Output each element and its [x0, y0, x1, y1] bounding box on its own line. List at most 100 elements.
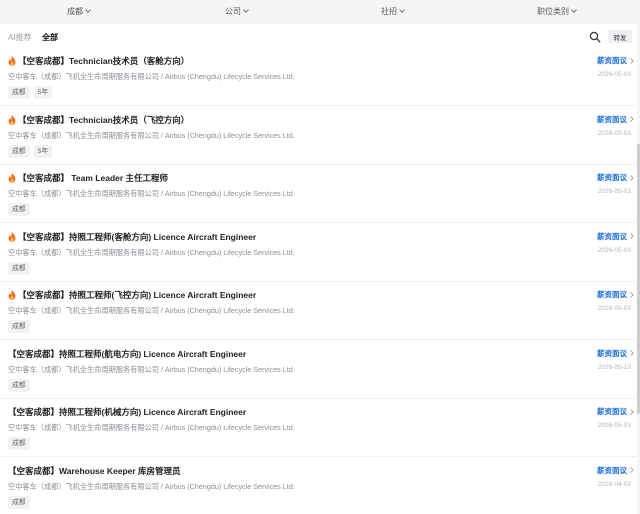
salary-label: 薪资面议: [597, 290, 627, 299]
salary-label: 薪资面议: [597, 407, 627, 416]
chevron-right-icon: [628, 291, 634, 298]
job-title[interactable]: 【空客成都】 Team Leader 主任工程师: [18, 172, 168, 184]
post-date: 2026-04-02: [597, 480, 631, 488]
job-company: 空中客车（成都）飞机全生命周期服务有限公司 / Airbus (Chengdu)…: [8, 72, 295, 81]
job-title-row: 【空客成都】 Team Leader 主任工程师: [8, 172, 168, 184]
salary-label: 薪资面议: [597, 348, 627, 358]
job-tag: 成都: [8, 203, 30, 216]
job-company: 空中客车（成都）飞机全生命周期服务有限公司 / Airbus (Chengdu)…: [8, 423, 295, 432]
job-tags: 成都: [8, 320, 30, 333]
fire-icon: [8, 114, 16, 125]
post-date: 2026-05-13: [597, 363, 631, 371]
salary[interactable]: 薪资面议: [597, 172, 634, 183]
job-tags: 成都: [8, 203, 30, 216]
job-title[interactable]: 【空客成都】Warehouse Keeper 库房管理员: [8, 465, 181, 477]
salary[interactable]: 薪资面议: [597, 114, 634, 125]
job-card[interactable]: 【空客成都】持照工程师(客舱方向) Licence Aircraft Engin…: [0, 224, 637, 282]
job-card[interactable]: 【空客成都】Technician技术员（客舱方向） 空中客车（成都）飞机全生命周…: [0, 48, 637, 106]
job-title-row: 【空客成都】持照工程师(机械方向) Licence Aircraft Engin…: [8, 406, 246, 418]
job-company: 空中客车（成都）飞机全生命周期服务有限公司 / Airbus (Chengdu)…: [8, 247, 295, 257]
salary-label: 薪资面议: [597, 231, 627, 241]
job-card[interactable]: 【空客成都】持照工程师(机械方向) Licence Aircraft Engin…: [0, 399, 637, 457]
fire-icon: [8, 56, 16, 66]
salary-label: 薪资面议: [597, 465, 627, 475]
job-tag: 成都: [8, 378, 30, 392]
job-tags: 成都: [8, 378, 30, 392]
salary[interactable]: 薪资面议: [597, 289, 634, 300]
chevron-right-icon: [628, 57, 634, 64]
job-category-filter[interactable]: 职位类别: [537, 6, 577, 17]
job-title[interactable]: 【空客成都】Technician技术员（客舱方向）: [18, 55, 189, 67]
job-card[interactable]: 【空客成都】Technician技术员（飞控方向） 空中客车（成都）飞机全生命周…: [0, 107, 637, 165]
job-tags: 成都 5年: [8, 86, 53, 99]
share-button[interactable]: 转发: [608, 30, 632, 43]
job-tag: 成都: [8, 261, 30, 275]
fire-icon: [8, 173, 16, 183]
company-filter-label: 公司: [225, 7, 241, 16]
post-date: 2026-05-03: [597, 422, 631, 429]
chevron-right-icon: [628, 174, 634, 181]
job-title[interactable]: 【空客成都】持照工程师(客舱方向) Licence Aircraft Engin…: [18, 231, 256, 243]
job-tag: 成都: [8, 495, 30, 509]
job-title-row: 【空客成都】Technician技术员（客舱方向）: [8, 55, 189, 67]
tab-bar: AI推荐 全部 转发: [0, 24, 637, 48]
post-date: 2026-05-03: [597, 305, 631, 312]
job-company: 空中客车（成都）飞机全生命周期服务有限公司 / Airbus (Chengdu)…: [8, 189, 295, 198]
job-company: 空中客车（成都）飞机全生命周期服务有限公司 / Airbus (Chengdu)…: [8, 481, 295, 491]
city-filter[interactable]: 成都: [67, 6, 91, 17]
job-list-panel: AI推荐 全部 转发 【空客成都】Technician技术员（客舱方向） 空中客…: [0, 24, 637, 514]
job-company: 空中客车（成都）飞机全生命周期服务有限公司 / Airbus (Chengdu)…: [8, 364, 295, 374]
chevron-down-icon: [85, 7, 91, 13]
chevron-right-icon: [628, 408, 634, 415]
chevron-right-icon: [628, 233, 634, 239]
company-filter[interactable]: 公司: [225, 6, 249, 17]
post-date: 2026-05-03: [597, 246, 631, 254]
job-tags: 成都 5年: [8, 144, 53, 158]
chevron-right-icon: [628, 467, 634, 473]
job-tags: 成都: [8, 261, 30, 275]
job-title-row: 【空客成都】持照工程师(飞控方向) Licence Aircraft Engin…: [8, 289, 256, 301]
job-card[interactable]: 【空客成都】持照工程师(航电方向) Licence Aircraft Engin…: [0, 341, 637, 399]
city-filter-label: 成都: [67, 7, 83, 16]
job-category-filter-label: 职位类别: [537, 7, 569, 16]
fire-icon: [8, 290, 16, 300]
salary-label: 薪资面议: [597, 114, 627, 124]
job-title[interactable]: 【空客成都】持照工程师(飞控方向) Licence Aircraft Engin…: [18, 289, 256, 301]
job-tags: 成都: [8, 437, 30, 450]
salary[interactable]: 薪资面议: [597, 231, 634, 242]
job-tags: 成都: [8, 495, 30, 509]
recruit-type-filter[interactable]: 社招: [381, 6, 405, 17]
recruit-type-filter-label: 社招: [381, 7, 397, 16]
job-tag: 5年: [33, 86, 53, 99]
salary-label: 薪资面议: [597, 56, 627, 65]
salary[interactable]: 薪资面议: [597, 55, 634, 66]
salary[interactable]: 薪资面议: [597, 465, 634, 476]
filter-bar: 成都 公司 社招 职位类别: [0, 0, 640, 24]
post-date: 2026-05-03: [597, 188, 631, 195]
job-tag: 成都: [8, 144, 30, 158]
tab-all[interactable]: 全部: [42, 32, 58, 43]
post-date: 2026-05-03: [597, 71, 631, 78]
chevron-down-icon: [571, 7, 577, 13]
chevron-down-icon: [399, 7, 405, 13]
chevron-down-icon: [243, 7, 249, 13]
job-title-row: 【空客成都】Warehouse Keeper 库房管理员: [8, 465, 181, 477]
job-title-row: 【空客成都】持照工程师(客舱方向) Licence Aircraft Engin…: [8, 231, 256, 243]
job-title[interactable]: 【空客成都】Technician技术员（飞控方向）: [18, 114, 189, 126]
salary-label: 薪资面议: [597, 173, 627, 182]
job-tag: 成都: [8, 86, 30, 99]
job-company: 空中客车（成都）飞机全生命周期服务有限公司 / Airbus (Chengdu)…: [8, 306, 295, 315]
job-title-row: 【空客成都】Technician技术员（飞控方向）: [8, 114, 189, 126]
search-icon[interactable]: [589, 30, 601, 43]
post-date: 2026-05-03: [597, 129, 631, 137]
salary[interactable]: 薪资面议: [597, 348, 634, 359]
chevron-right-icon: [628, 116, 634, 122]
job-card[interactable]: 【空客成都】 Team Leader 主任工程师 空中客车（成都）飞机全生命周期…: [0, 165, 637, 223]
salary[interactable]: 薪资面议: [597, 406, 634, 417]
job-tag: 5年: [33, 144, 53, 158]
tab-ai-recommend[interactable]: AI推荐: [8, 32, 32, 43]
job-card[interactable]: 【空客成都】Warehouse Keeper 库房管理员 空中客车（成都）飞机全…: [0, 458, 637, 514]
job-title[interactable]: 【空客成都】持照工程师(航电方向) Licence Aircraft Engin…: [8, 348, 246, 360]
job-card[interactable]: 【空客成都】持照工程师(飞控方向) Licence Aircraft Engin…: [0, 282, 637, 340]
job-title[interactable]: 【空客成都】持照工程师(机械方向) Licence Aircraft Engin…: [8, 406, 246, 418]
